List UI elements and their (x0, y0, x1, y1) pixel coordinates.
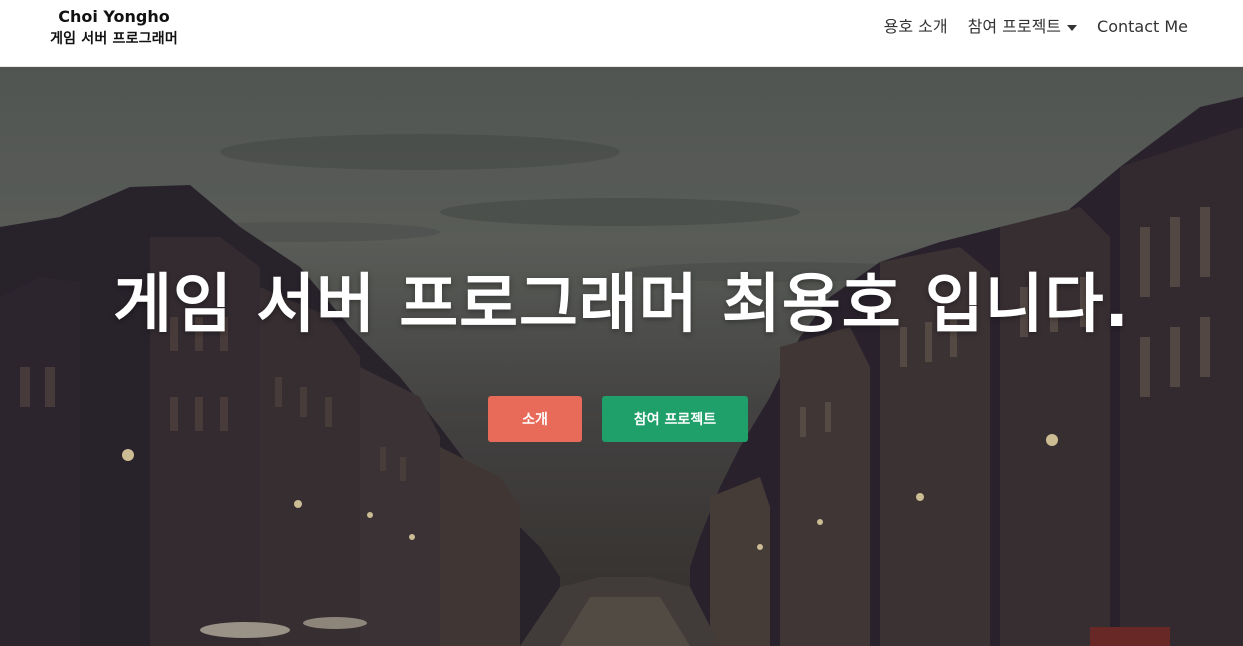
brand-logo-link[interactable]: Choi Yongho 게임 서버 프로그래머 (46, 6, 182, 50)
caret-down-icon (1067, 25, 1078, 31)
nav-item-contact-label: Contact Me (1097, 17, 1188, 36)
main-nav: 용호 소개 참여 프로젝트 Contact Me (864, 16, 1188, 38)
nav-item-about[interactable]: 용호 소개 (884, 16, 948, 38)
nav-item-contact[interactable]: Contact Me (1097, 16, 1188, 38)
projects-button[interactable]: 참여 프로젝트 (602, 396, 748, 442)
about-button[interactable]: 소개 (488, 396, 582, 442)
nav-item-projects-label: 참여 프로젝트 (967, 17, 1062, 36)
hero-title: 게임 서버 프로그래머 최용호 입니다. (113, 268, 1130, 342)
nav-item-about-label: 용호 소개 (883, 17, 948, 36)
brand-subtitle: 게임 서버 프로그래머 (50, 31, 178, 47)
brand-name: Choi Yongho (58, 7, 170, 26)
hero-overlay (0, 67, 1243, 646)
top-navbar: Choi Yongho 게임 서버 프로그래머 용호 소개 참여 프로젝트 Co… (0, 0, 1243, 67)
nav-item-projects-dropdown[interactable]: 참여 프로젝트 (967, 16, 1078, 38)
hero-section: 게임 서버 프로그래머 최용호 입니다. 소개 참여 프로젝트 (0, 67, 1243, 646)
